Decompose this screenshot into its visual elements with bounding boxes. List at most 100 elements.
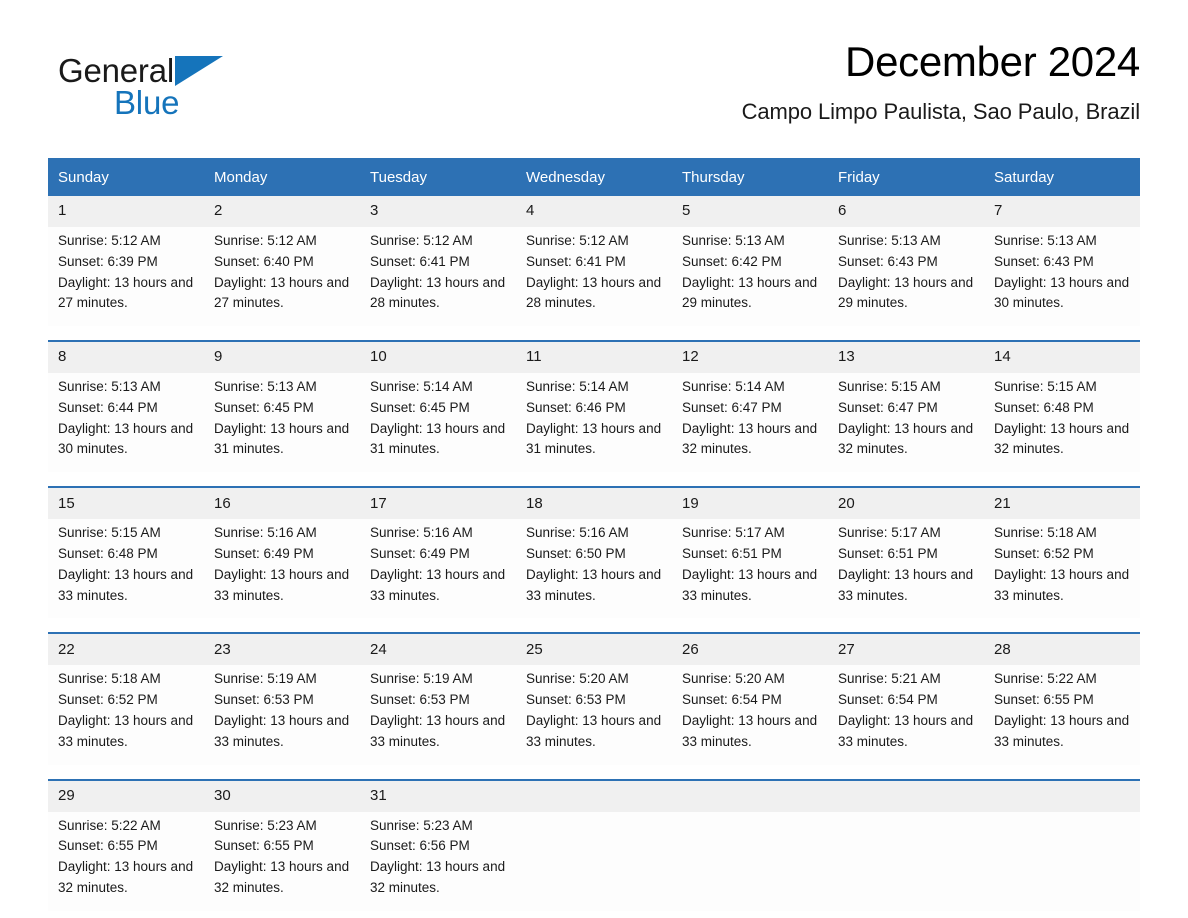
day-number[interactable]: 15 <box>48 487 204 520</box>
day-cell[interactable]: Sunrise: 5:23 AM Sunset: 6:56 PM Daylight:… <box>360 811 516 911</box>
day-number[interactable]: 23 <box>204 633 360 666</box>
sunrise-text: Sunrise: 5:17 AM <box>682 525 785 541</box>
day-detail-row: Sunrise: 5:13 AM Sunset: 6:44 PM Daylight:… <box>48 373 1140 473</box>
day-cell[interactable]: Sunrise: 5:15 AM Sunset: 6:48 PM Daylight:… <box>48 519 204 619</box>
weekday-header-sunday: Sunday <box>48 158 204 196</box>
day-cell[interactable]: Sunrise: 5:13 AM Sunset: 6:45 PM Daylight:… <box>204 373 360 473</box>
day-cell[interactable]: Sunrise: 5:22 AM Sunset: 6:55 PM Daylight:… <box>984 665 1140 765</box>
sunset-text: Sunset: 6:42 PM <box>682 253 782 269</box>
weekday-header-saturday: Saturday <box>984 158 1140 196</box>
sunset-text: Sunset: 6:46 PM <box>526 399 626 415</box>
sunset-text: Sunset: 6:53 PM <box>526 692 626 708</box>
day-cell[interactable]: Sunrise: 5:14 AM Sunset: 6:47 PM Daylight:… <box>672 373 828 473</box>
day-number[interactable]: 5 <box>672 196 828 227</box>
sunset-text: Sunset: 6:54 PM <box>682 692 782 708</box>
day-number[interactable]: 6 <box>828 196 984 227</box>
day-cell[interactable]: Sunrise: 5:21 AM Sunset: 6:54 PM Daylight:… <box>828 665 984 765</box>
day-number[interactable]: 12 <box>672 341 828 374</box>
sunrise-text: Sunrise: 5:13 AM <box>214 379 317 395</box>
daylight-text: Daylight: 13 hours and 33 minutes. <box>370 566 506 603</box>
day-cell[interactable]: Sunrise: 5:20 AM Sunset: 6:53 PM Daylight:… <box>516 665 672 765</box>
day-number[interactable]: 16 <box>204 487 360 520</box>
title-block: December 2024 Campo Limpo Paulista, Sao … <box>742 39 1141 125</box>
daylight-text: Daylight: 13 hours and 29 minutes. <box>838 274 974 311</box>
day-cell[interactable]: Sunrise: 5:12 AM Sunset: 6:40 PM Daylight:… <box>204 227 360 327</box>
day-number-row: 8 9 10 11 12 13 14 <box>48 341 1140 374</box>
page-header: General Blue December 2024 Campo Limpo P… <box>48 39 1141 148</box>
sunset-text: Sunset: 6:43 PM <box>838 253 938 269</box>
sunrise-text: Sunrise: 5:14 AM <box>526 379 629 395</box>
day-number[interactable]: 17 <box>360 487 516 520</box>
day-cell[interactable]: Sunrise: 5:12 AM Sunset: 6:41 PM Daylight:… <box>516 227 672 327</box>
day-cell[interactable]: Sunrise: 5:20 AM Sunset: 6:54 PM Daylight:… <box>672 665 828 765</box>
day-number[interactable]: 11 <box>516 341 672 374</box>
day-cell[interactable]: Sunrise: 5:15 AM Sunset: 6:47 PM Daylight:… <box>828 373 984 473</box>
daylight-text: Daylight: 13 hours and 30 minutes. <box>994 274 1130 311</box>
day-number[interactable]: 8 <box>48 341 204 374</box>
brand-logo[interactable]: General Blue <box>58 54 358 122</box>
day-number[interactable]: 7 <box>984 196 1140 227</box>
sunset-text: Sunset: 6:53 PM <box>370 692 470 708</box>
day-cell[interactable]: Sunrise: 5:22 AM Sunset: 6:55 PM Daylight:… <box>48 811 204 911</box>
day-number[interactable]: 14 <box>984 341 1140 374</box>
day-number[interactable]: 31 <box>360 779 516 812</box>
brand-logo-top-row: General <box>58 54 358 88</box>
day-cell[interactable]: Sunrise: 5:12 AM Sunset: 6:41 PM Daylight:… <box>360 227 516 327</box>
sunrise-text: Sunrise: 5:12 AM <box>58 233 161 248</box>
sunrise-text: Sunrise: 5:12 AM <box>370 233 473 248</box>
day-cell[interactable]: Sunrise: 5:16 AM Sunset: 6:50 PM Daylight:… <box>516 519 672 619</box>
day-number[interactable]: 3 <box>360 196 516 227</box>
daylight-text: Daylight: 13 hours and 33 minutes. <box>58 712 194 749</box>
sunrise-text: Sunrise: 5:22 AM <box>994 671 1097 687</box>
day-number[interactable]: 9 <box>204 341 360 374</box>
daylight-text: Daylight: 13 hours and 32 minutes. <box>682 420 818 457</box>
daylight-text: Daylight: 13 hours and 33 minutes. <box>214 566 350 603</box>
day-cell-empty <box>672 811 828 911</box>
day-number[interactable]: 13 <box>828 341 984 374</box>
day-cell[interactable]: Sunrise: 5:16 AM Sunset: 6:49 PM Daylight:… <box>204 519 360 619</box>
day-cell[interactable]: Sunrise: 5:13 AM Sunset: 6:43 PM Daylight:… <box>984 227 1140 327</box>
sunset-text: Sunset: 6:49 PM <box>214 546 314 562</box>
day-number[interactable]: 22 <box>48 633 204 666</box>
day-cell[interactable]: Sunrise: 5:13 AM Sunset: 6:43 PM Daylight:… <box>828 227 984 327</box>
day-cell[interactable]: Sunrise: 5:23 AM Sunset: 6:55 PM Daylight:… <box>204 811 360 911</box>
day-number[interactable]: 21 <box>984 487 1140 520</box>
day-cell[interactable]: Sunrise: 5:18 AM Sunset: 6:52 PM Daylight:… <box>984 519 1140 619</box>
day-cell[interactable]: Sunrise: 5:19 AM Sunset: 6:53 PM Daylight:… <box>360 665 516 765</box>
day-number[interactable]: 19 <box>672 487 828 520</box>
daylight-text: Daylight: 13 hours and 30 minutes. <box>58 420 194 457</box>
day-cell[interactable]: Sunrise: 5:13 AM Sunset: 6:44 PM Daylight:… <box>48 373 204 473</box>
day-cell[interactable]: Sunrise: 5:18 AM Sunset: 6:52 PM Daylight:… <box>48 665 204 765</box>
sunrise-text: Sunrise: 5:17 AM <box>838 525 941 541</box>
day-number[interactable]: 18 <box>516 487 672 520</box>
day-cell[interactable]: Sunrise: 5:19 AM Sunset: 6:53 PM Daylight:… <box>204 665 360 765</box>
day-number[interactable]: 25 <box>516 633 672 666</box>
day-number[interactable]: 27 <box>828 633 984 666</box>
day-number[interactable]: 29 <box>48 779 204 812</box>
day-number[interactable]: 30 <box>204 779 360 812</box>
day-cell[interactable]: Sunrise: 5:17 AM Sunset: 6:51 PM Daylight:… <box>672 519 828 619</box>
daylight-text: Daylight: 13 hours and 32 minutes. <box>370 859 506 895</box>
day-number[interactable]: 2 <box>204 196 360 227</box>
sunset-text: Sunset: 6:45 PM <box>370 399 470 415</box>
day-cell[interactable]: Sunrise: 5:14 AM Sunset: 6:46 PM Daylight:… <box>516 373 672 473</box>
day-number[interactable]: 4 <box>516 196 672 227</box>
day-cell[interactable]: Sunrise: 5:14 AM Sunset: 6:45 PM Daylight:… <box>360 373 516 473</box>
day-cell[interactable]: Sunrise: 5:16 AM Sunset: 6:49 PM Daylight:… <box>360 519 516 619</box>
day-number[interactable]: 24 <box>360 633 516 666</box>
day-cell[interactable]: Sunrise: 5:13 AM Sunset: 6:42 PM Daylight:… <box>672 227 828 327</box>
day-number[interactable]: 10 <box>360 341 516 374</box>
day-cell[interactable]: Sunrise: 5:17 AM Sunset: 6:51 PM Daylight:… <box>828 519 984 619</box>
day-number-row: 1234567 <box>48 196 1140 227</box>
daylight-text: Daylight: 13 hours and 32 minutes. <box>214 859 350 895</box>
sunset-text: Sunset: 6:54 PM <box>838 692 938 708</box>
day-number[interactable]: 26 <box>672 633 828 666</box>
day-number[interactable]: 20 <box>828 487 984 520</box>
sunrise-text: Sunrise: 5:13 AM <box>58 379 161 395</box>
sunrise-text: Sunrise: 5:15 AM <box>58 525 161 541</box>
weekday-header-wednesday: Wednesday <box>516 158 672 196</box>
day-number[interactable]: 1 <box>48 196 204 227</box>
day-cell[interactable]: Sunrise: 5:12 AM Sunset: 6:39 PM Daylight:… <box>48 227 204 327</box>
day-number[interactable]: 28 <box>984 633 1140 666</box>
day-cell[interactable]: Sunrise: 5:15 AM Sunset: 6:48 PM Daylight:… <box>984 373 1140 473</box>
